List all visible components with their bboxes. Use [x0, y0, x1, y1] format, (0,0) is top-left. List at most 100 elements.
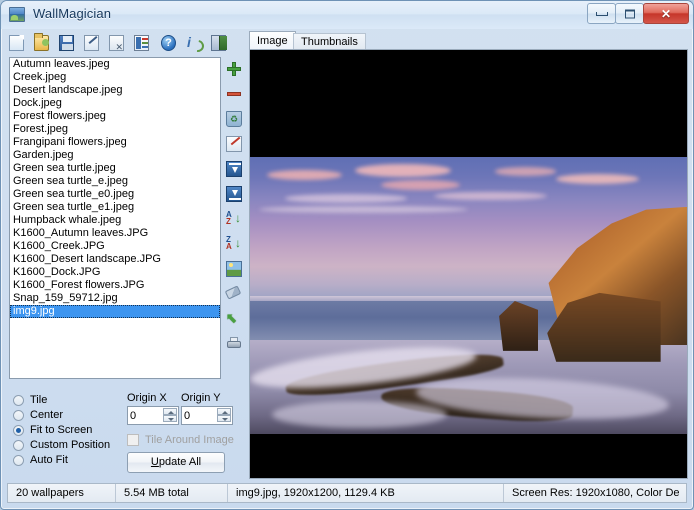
edit-button[interactable] — [82, 33, 102, 53]
list-item[interactable]: Green sea turtle_e1.jpeg — [10, 201, 220, 214]
sort-az-bottom-letter: Z — [226, 217, 231, 226]
sort-az-icon: A Z ↓ — [226, 211, 242, 227]
close-button[interactable]: ✕ — [643, 3, 689, 24]
clear-button[interactable] — [224, 109, 244, 129]
image-preview-frame[interactable] — [249, 49, 688, 479]
chevron-up-icon — [222, 411, 228, 414]
radio-auto-fit-label: Auto Fit — [30, 454, 68, 466]
origin-x-input[interactable] — [130, 408, 160, 423]
origin-y-increment-button[interactable] — [217, 408, 231, 415]
list-item[interactable]: K1600_Autumn leaves.JPG — [10, 227, 220, 240]
origin-y-stepper[interactable] — [181, 406, 233, 425]
list-item[interactable]: Creek.jpeg — [10, 71, 220, 84]
list-item[interactable]: Humpback whale.jpeg — [10, 214, 220, 227]
list-item[interactable]: Frangipani flowers.jpeg — [10, 136, 220, 149]
tab-image[interactable]: Image — [249, 31, 296, 50]
move-top-button[interactable] — [224, 159, 244, 179]
minus-icon — [226, 86, 242, 102]
preview-pane: Image Thumbnails — [249, 31, 688, 479]
printer-icon — [226, 336, 242, 352]
undo-arrow-icon — [226, 311, 242, 327]
rename-button[interactable] — [224, 134, 244, 154]
list-item[interactable]: Garden.jpeg — [10, 149, 220, 162]
list-item[interactable]: Snap_159_59712.jpg — [10, 292, 220, 305]
eraser-button[interactable] — [224, 284, 244, 304]
about-button[interactable] — [184, 33, 204, 53]
save-button[interactable] — [57, 33, 77, 53]
edit-pencil-icon — [84, 35, 99, 51]
list-item-selected[interactable]: img9.jpg — [10, 305, 220, 318]
move-to-bottom-icon — [226, 186, 242, 202]
open-button[interactable] — [32, 33, 52, 53]
list-item[interactable]: Desert landscape.jpeg — [10, 84, 220, 97]
about-info-icon — [186, 34, 201, 51]
origin-x-stepper[interactable] — [127, 406, 179, 425]
origin-y-input[interactable] — [184, 408, 214, 423]
maximize-button[interactable] — [615, 3, 644, 24]
list-action-toolbar: A Z ↓ Z A ↓ — [222, 57, 246, 379]
chevron-up-icon — [168, 411, 174, 414]
list-item[interactable]: Green sea turtle.jpeg — [10, 162, 220, 175]
window-title: WallMagician — [33, 6, 112, 21]
remove-button[interactable] — [224, 84, 244, 104]
pen-icon — [226, 136, 242, 152]
origin-y-decrement-button[interactable] — [217, 415, 231, 422]
maximize-icon — [624, 9, 635, 18]
list-item[interactable]: Green sea turtle_e.jpeg — [10, 175, 220, 188]
delete-button[interactable] — [107, 33, 127, 53]
move-bottom-button[interactable] — [224, 184, 244, 204]
undo-button[interactable] — [224, 309, 244, 329]
origin-x-label: Origin X — [127, 392, 167, 404]
list-item[interactable]: Dock.jpeg — [10, 97, 220, 110]
title-bar: WallMagician ✕ — [1, 1, 693, 29]
update-all-button[interactable]: Update All — [127, 452, 225, 473]
sort-za-icon: Z A ↓ — [226, 236, 242, 252]
close-icon: ✕ — [660, 6, 672, 21]
chevron-down-icon — [222, 418, 228, 421]
cloud — [433, 191, 548, 201]
list-item[interactable]: Autumn leaves.jpeg — [10, 58, 220, 71]
plus-icon — [226, 61, 242, 77]
minimize-icon — [595, 11, 608, 16]
origin-x-increment-button[interactable] — [163, 408, 177, 415]
list-item[interactable]: Forest flowers.jpeg — [10, 110, 220, 123]
status-screen-info: Screen Res: 1920x1080, Color De — [512, 487, 680, 499]
list-item[interactable]: K1600_Forest flowers.JPG — [10, 279, 220, 292]
origin-x-decrement-button[interactable] — [163, 415, 177, 422]
minimize-button[interactable] — [587, 3, 616, 24]
tab-thumbnails[interactable]: Thumbnails — [293, 33, 366, 49]
radio-fit-to-screen-indicator — [13, 425, 24, 436]
preview-button[interactable] — [224, 259, 244, 279]
status-bar: 20 wallpapers 5.54 MB total img9.jpg, 19… — [7, 483, 687, 503]
properties-button[interactable] — [132, 33, 152, 53]
save-disk-icon — [59, 35, 74, 51]
cloud — [381, 180, 460, 191]
cloud — [555, 174, 639, 185]
recycle-bin-icon — [226, 111, 242, 127]
new-button[interactable] — [7, 33, 27, 53]
radio-center-label: Center — [30, 409, 64, 421]
wave-foam — [271, 400, 447, 429]
main-toolbar — [7, 31, 241, 55]
list-item[interactable]: K1600_Desert landscape.JPG — [10, 253, 220, 266]
eraser-icon — [224, 285, 242, 300]
print-button[interactable] — [224, 334, 244, 354]
update-all-accel: U — [150, 456, 159, 468]
list-item[interactable]: Green sea turtle_e0.jpeg — [10, 188, 220, 201]
cloud — [267, 169, 342, 181]
properties-icon — [134, 35, 149, 51]
list-item[interactable]: Forest.jpeg — [10, 123, 220, 136]
exit-button[interactable] — [209, 33, 229, 53]
origin-y-label: Origin Y — [181, 392, 221, 404]
sort-asc-button[interactable]: A Z ↓ — [224, 209, 244, 229]
file-list[interactable]: Autumn leaves.jpeg Creek.jpeg Desert lan… — [9, 57, 221, 379]
list-item[interactable]: K1600_Dock.JPG — [10, 266, 220, 279]
status-wallpaper-count: 20 wallpapers — [8, 484, 116, 502]
sort-desc-button[interactable]: Z A ↓ — [224, 234, 244, 254]
list-item[interactable]: K1600_Creek.JPG — [10, 240, 220, 253]
add-button[interactable] — [224, 59, 244, 79]
new-document-icon — [9, 35, 24, 51]
help-button[interactable] — [159, 33, 179, 53]
radio-auto-fit-indicator — [13, 455, 24, 466]
radio-fit-to-screen-label: Fit to Screen — [30, 424, 93, 436]
